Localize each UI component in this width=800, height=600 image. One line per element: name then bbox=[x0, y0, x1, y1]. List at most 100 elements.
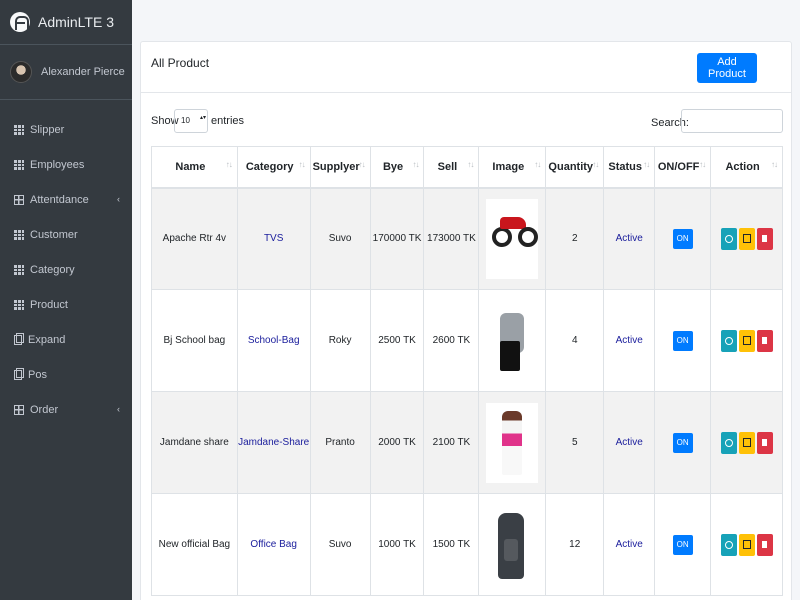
toggle-cell: ON bbox=[654, 493, 712, 596]
product-supplier: Suvo bbox=[309, 187, 371, 290]
add-product-button[interactable]: Add Product bbox=[697, 53, 757, 83]
table-header-row: Name ↑↓ Category ↑↓ Supplyer ↑↓ Bye ↑↓ Sell ↑… bbox=[151, 146, 783, 189]
product-category: Office Bag bbox=[236, 493, 311, 596]
sidebar-item-label: Slipper bbox=[30, 123, 65, 136]
product-sell-price: 1500 TK bbox=[423, 493, 480, 596]
view-button[interactable] bbox=[720, 533, 737, 556]
grid-icon bbox=[14, 159, 24, 170]
search-input[interactable] bbox=[681, 109, 783, 133]
delete-button[interactable] bbox=[756, 227, 773, 250]
sidebar-item-label: Attentdance bbox=[30, 193, 89, 206]
sort-icon: ↑↓ bbox=[592, 160, 599, 169]
sort-icon: ↑↓ bbox=[467, 160, 474, 169]
product-image-cell bbox=[478, 289, 547, 392]
action-cell bbox=[710, 391, 783, 494]
sidebar-item-employees[interactable]: Employees bbox=[0, 147, 132, 182]
column-header-image[interactable]: Image ↑↓ bbox=[478, 146, 547, 189]
sidebar-item-label: Pos bbox=[28, 368, 47, 381]
sort-icon: ↑↓ bbox=[358, 160, 366, 169]
column-header-status[interactable]: Status ↑↓ bbox=[603, 146, 656, 189]
user-name: Alexander Pierce bbox=[41, 66, 125, 78]
table-row: New official Bag Office Bag Suvo 1000 TK… bbox=[151, 493, 783, 596]
column-header-supplier[interactable]: Supplyer ↑↓ bbox=[309, 146, 371, 189]
office-bag-image bbox=[486, 504, 539, 585]
on-off-button[interactable]: ON bbox=[672, 534, 693, 555]
delete-button[interactable] bbox=[756, 533, 773, 556]
column-header-buy[interactable]: Bye ↑↓ bbox=[369, 146, 425, 189]
delete-button[interactable] bbox=[756, 431, 773, 454]
view-button[interactable] bbox=[720, 329, 737, 352]
sidebar-item-order[interactable]: Order ‹ bbox=[0, 392, 132, 427]
on-off-button[interactable]: ON bbox=[672, 330, 693, 351]
toggle-cell: ON bbox=[654, 289, 712, 392]
product-supplier: Suvo bbox=[309, 493, 371, 596]
product-image-cell bbox=[478, 493, 547, 596]
status-badge: Active bbox=[603, 493, 656, 596]
product-sell-price: 173000 TK bbox=[423, 187, 480, 290]
sort-icon: ↑↓ bbox=[225, 160, 233, 169]
product-name: Apache Rtr 4v bbox=[151, 187, 238, 290]
sidebar-item-label: Customer bbox=[30, 228, 78, 241]
view-button[interactable] bbox=[720, 227, 737, 250]
grid-icon bbox=[14, 264, 24, 275]
sidebar-item-slipper[interactable]: Slipper bbox=[0, 112, 132, 147]
product-name: Jamdane share bbox=[151, 391, 238, 494]
product-supplier: Roky bbox=[309, 289, 371, 392]
sidebar-item-pos[interactable]: Pos bbox=[0, 357, 132, 392]
avatar bbox=[10, 61, 32, 83]
delete-button[interactable] bbox=[756, 329, 773, 352]
page-title: All Product bbox=[151, 56, 210, 70]
table-icon bbox=[14, 194, 24, 205]
table-row: Apache Rtr 4v TVS Suvo 170000 TK 173000 … bbox=[151, 187, 783, 290]
column-header-action[interactable]: Action ↑↓ bbox=[710, 146, 783, 189]
product-image-cell bbox=[478, 187, 547, 290]
brand-link[interactable]: AdminLTE 3 bbox=[0, 0, 132, 45]
sidebar-item-label: Category bbox=[30, 263, 75, 276]
sidebar-item-label: Product bbox=[30, 298, 68, 311]
toggle-cell: ON bbox=[654, 187, 712, 290]
column-header-quantity[interactable]: Quantity ↑↓ bbox=[545, 146, 605, 189]
status-badge: Active bbox=[603, 391, 656, 494]
product-sell-price: 2100 TK bbox=[423, 391, 480, 494]
product-category: Jamdane-Share bbox=[236, 391, 311, 494]
product-buy-price: 170000 TK bbox=[369, 187, 425, 290]
edit-button[interactable] bbox=[738, 533, 755, 556]
product-supplier: Pranto bbox=[309, 391, 371, 494]
sidebar-item-attentdance[interactable]: Attentdance ‹ bbox=[0, 182, 132, 217]
sidebar-item-category[interactable]: Category bbox=[0, 252, 132, 287]
edit-button[interactable] bbox=[738, 227, 755, 250]
table-icon bbox=[14, 404, 24, 415]
sidebar-item-expand[interactable]: Expand bbox=[0, 322, 132, 357]
sidebar-item-product[interactable]: Product bbox=[0, 287, 132, 322]
view-button[interactable] bbox=[720, 431, 737, 454]
sidebar-item-customer[interactable]: Customer bbox=[0, 217, 132, 252]
column-header-onoff[interactable]: ON/OFF ↑↓ bbox=[654, 146, 712, 189]
user-panel[interactable]: Alexander Pierce bbox=[0, 45, 132, 100]
product-quantity: 2 bbox=[545, 187, 605, 290]
on-off-button[interactable]: ON bbox=[672, 432, 693, 453]
sort-icon: ↑↓ bbox=[534, 160, 541, 169]
product-name: Bj School bag bbox=[151, 289, 238, 392]
school-bag-image bbox=[486, 300, 539, 381]
product-category: School-Bag bbox=[236, 289, 311, 392]
column-header-sell[interactable]: Sell ↑↓ bbox=[423, 146, 480, 189]
sidebar-item-label: Order bbox=[30, 403, 59, 416]
action-cell bbox=[710, 289, 783, 392]
column-header-name[interactable]: Name ↑↓ bbox=[151, 146, 238, 189]
action-cell bbox=[710, 493, 783, 596]
entries-label: entries bbox=[211, 115, 245, 127]
edit-button[interactable] bbox=[738, 431, 755, 454]
edit-button[interactable] bbox=[738, 329, 755, 352]
entries-select[interactable]: 10 bbox=[174, 109, 208, 133]
column-header-category[interactable]: Category ↑↓ bbox=[236, 146, 311, 189]
on-off-button[interactable]: ON bbox=[672, 228, 693, 249]
chevron-left-icon: ‹ bbox=[117, 194, 120, 204]
product-sell-price: 2600 TK bbox=[423, 289, 480, 392]
sort-icon: ↑↓ bbox=[771, 160, 778, 169]
status-badge: Active bbox=[603, 187, 656, 290]
motorbike-image bbox=[486, 198, 539, 279]
sort-icon: ↑↓ bbox=[298, 160, 306, 169]
chevron-left-icon: ‹ bbox=[117, 404, 120, 414]
grid-icon bbox=[14, 124, 24, 135]
table-controls: Show 10 entries Search: bbox=[151, 108, 783, 134]
